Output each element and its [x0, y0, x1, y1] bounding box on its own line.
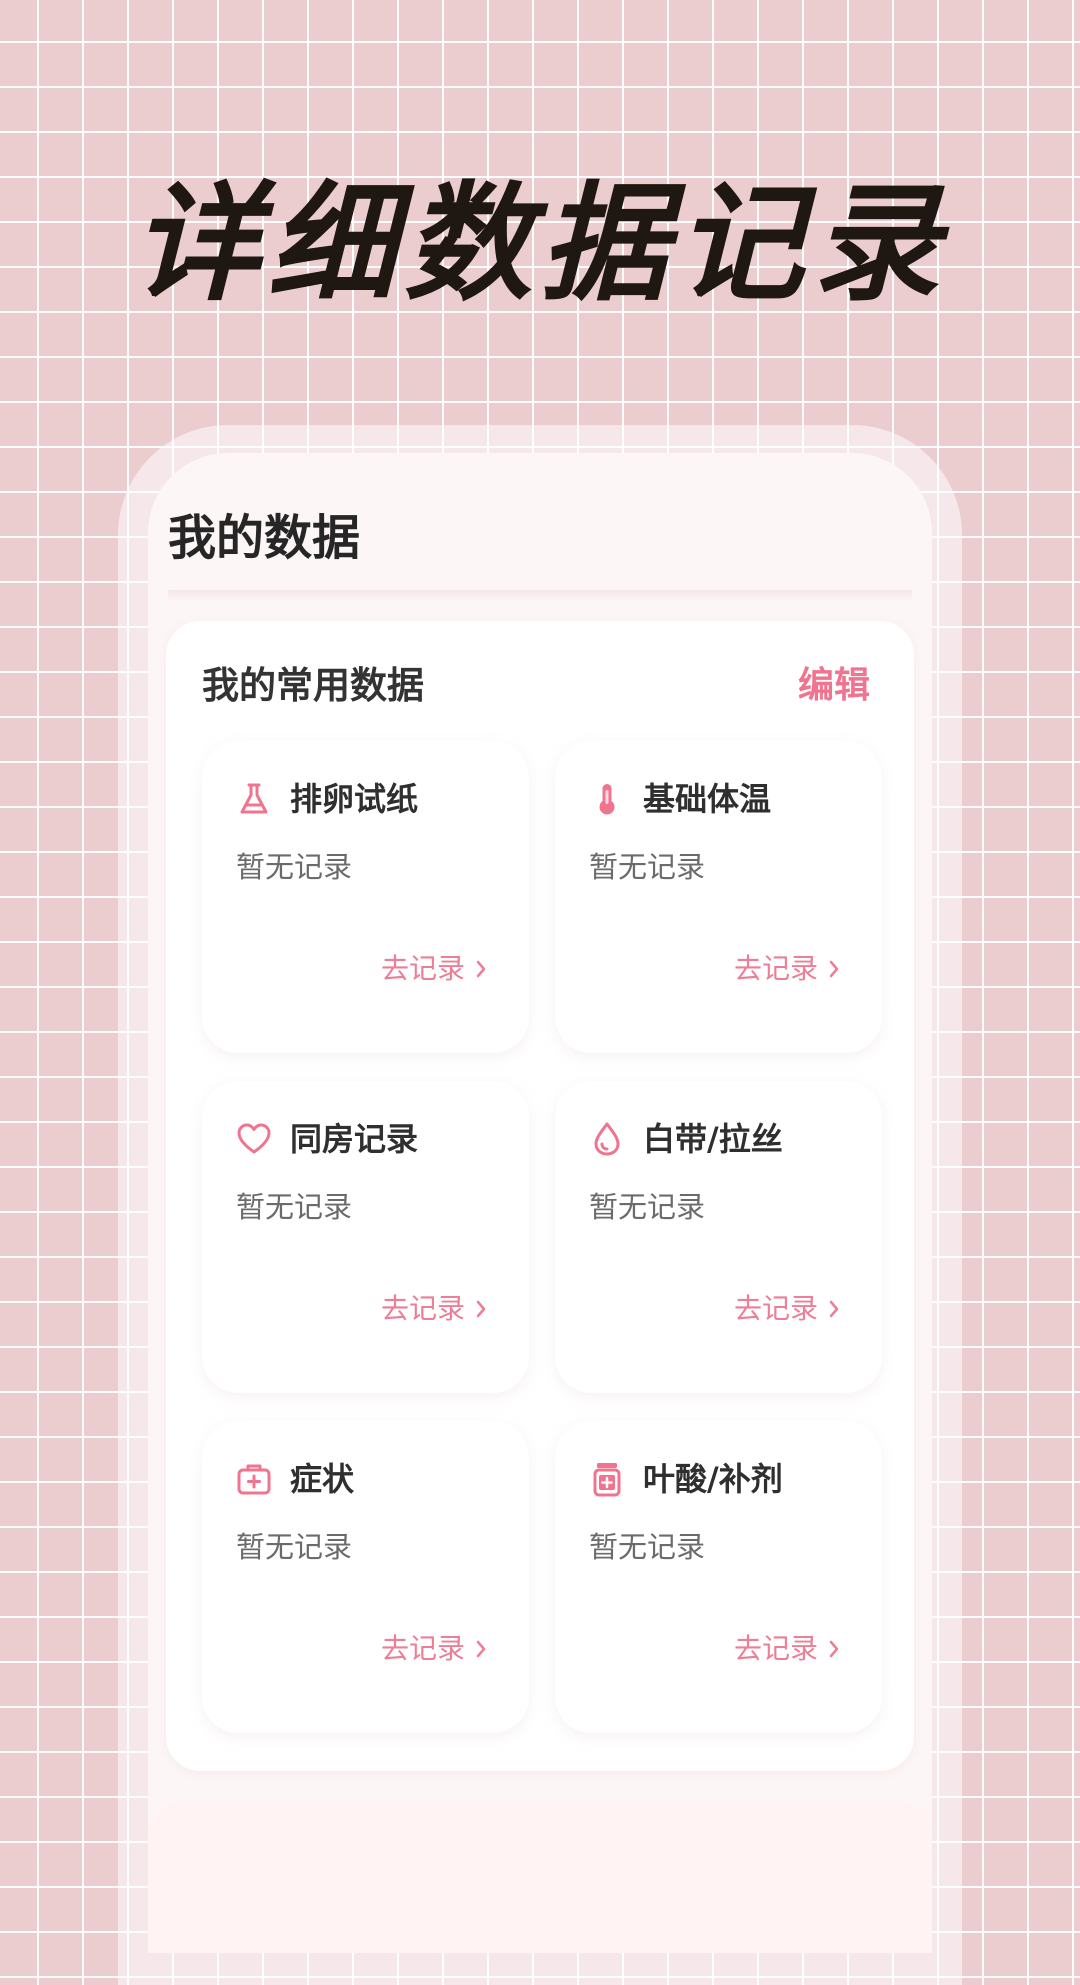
tile-name: 同房记录	[290, 1120, 419, 1158]
go-record-label: 去记录	[380, 952, 465, 985]
go-record-link[interactable]: 去记录	[734, 949, 840, 989]
edit-button[interactable]: 编辑	[798, 661, 870, 711]
go-record-link[interactable]: 去记录	[734, 1289, 840, 1329]
data-tile-supplements[interactable]: 叶酸/补剂 暂无记录 去记录	[555, 1421, 882, 1733]
go-record-link[interactable]: 去记录	[381, 1289, 487, 1329]
chevron-right-icon	[475, 1299, 487, 1319]
next-section-card	[148, 1801, 932, 1953]
common-data-card: 我的常用数据 编辑 排卵试纸 暂无记录 去记录 基础体温 暂无记录 去记录 同房…	[166, 621, 914, 1771]
go-record-link[interactable]: 去记录	[734, 1629, 840, 1669]
data-tile-basal-temperature[interactable]: 基础体温 暂无记录 去记录	[555, 741, 882, 1053]
chevron-right-icon	[828, 959, 840, 979]
data-tile-symptoms[interactable]: 症状 暂无记录 去记录	[202, 1421, 529, 1733]
common-data-title: 我的常用数据	[202, 664, 424, 707]
go-record-link[interactable]: 去记录	[381, 1629, 487, 1669]
droplet-icon	[589, 1121, 625, 1157]
medical-kit-icon	[236, 1461, 272, 1497]
flask-icon	[236, 781, 272, 817]
data-tile-intercourse-record[interactable]: 同房记录 暂无记录 去记录	[202, 1081, 529, 1393]
data-tile-ovulation-test[interactable]: 排卵试纸 暂无记录 去记录	[202, 741, 529, 1053]
go-record-label: 去记录	[380, 1292, 465, 1325]
common-data-grid: 排卵试纸 暂无记录 去记录 基础体温 暂无记录 去记录 同房记录 暂无记录 去记…	[202, 741, 882, 1733]
go-record-label: 去记录	[733, 1292, 818, 1325]
go-record-link[interactable]: 去记录	[381, 949, 487, 989]
thermometer-icon	[589, 781, 625, 817]
tile-name: 基础体温	[643, 780, 772, 818]
page-title: 我的数据	[168, 510, 361, 566]
tile-status: 暂无记录	[589, 1190, 706, 1224]
tile-status: 暂无记录	[236, 850, 353, 884]
go-record-label: 去记录	[380, 1632, 465, 1665]
hero-title: 详细数据记录	[131, 170, 948, 319]
tile-status: 暂无记录	[589, 850, 706, 884]
tile-name: 白带/拉丝	[643, 1120, 783, 1158]
tile-status: 暂无记录	[236, 1530, 353, 1564]
app-screen: 我的数据 我的常用数据 编辑 排卵试纸 暂无记录 去记录 基础体温 暂无记录 去…	[148, 453, 932, 1953]
tile-name: 排卵试纸	[290, 780, 419, 818]
tile-name: 叶酸/补剂	[643, 1460, 783, 1498]
chevron-right-icon	[828, 1299, 840, 1319]
tile-status: 暂无记录	[236, 1190, 353, 1224]
heart-icon	[236, 1121, 272, 1157]
tile-status: 暂无记录	[589, 1530, 706, 1564]
chevron-right-icon	[475, 1639, 487, 1659]
data-tile-discharge[interactable]: 白带/拉丝 暂无记录 去记录	[555, 1081, 882, 1393]
chevron-right-icon	[475, 959, 487, 979]
go-record-label: 去记录	[733, 1632, 818, 1665]
tile-name: 症状	[290, 1460, 355, 1498]
pill-bottle-icon	[589, 1461, 625, 1497]
go-record-label: 去记录	[733, 952, 818, 985]
chevron-right-icon	[828, 1639, 840, 1659]
header-divider	[168, 590, 912, 602]
